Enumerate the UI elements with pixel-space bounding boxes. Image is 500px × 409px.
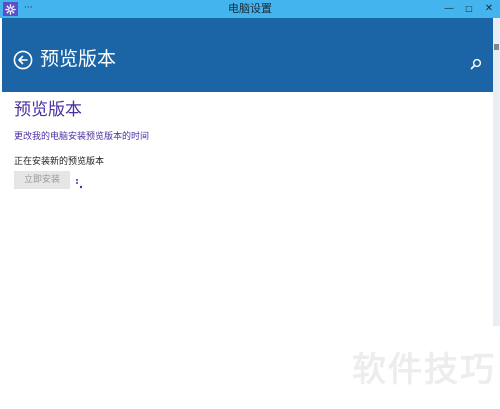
close-button[interactable]: ✕ [481,0,497,18]
install-now-button: 立即安装 [14,171,70,189]
header-title: 预览版本 [40,48,117,70]
scrollbar-thumb[interactable] [494,44,499,50]
page-header: 预览版本 [0,18,493,92]
search-icon [470,58,482,70]
install-status-text: 正在安装新的预览版本 [14,157,105,167]
window-title: 电脑设置 [228,2,272,15]
window-titlebar: ··· 电脑设置 — □ ✕ [0,0,500,18]
back-arrow-icon [13,50,33,70]
back-button[interactable] [13,50,33,70]
progress-spinner-icon [75,175,85,189]
minimize-button[interactable]: — [441,0,457,18]
page-title: 预览版本 [14,100,82,120]
spinner-dots [76,179,83,189]
change-install-time-link[interactable]: 更改我的电脑安装预览版本的时间 [14,130,149,144]
scrollbar[interactable] [493,18,500,326]
maximize-button[interactable]: □ [461,0,477,18]
search-button[interactable] [470,55,482,70]
watermark: 软件技巧 [352,350,496,390]
